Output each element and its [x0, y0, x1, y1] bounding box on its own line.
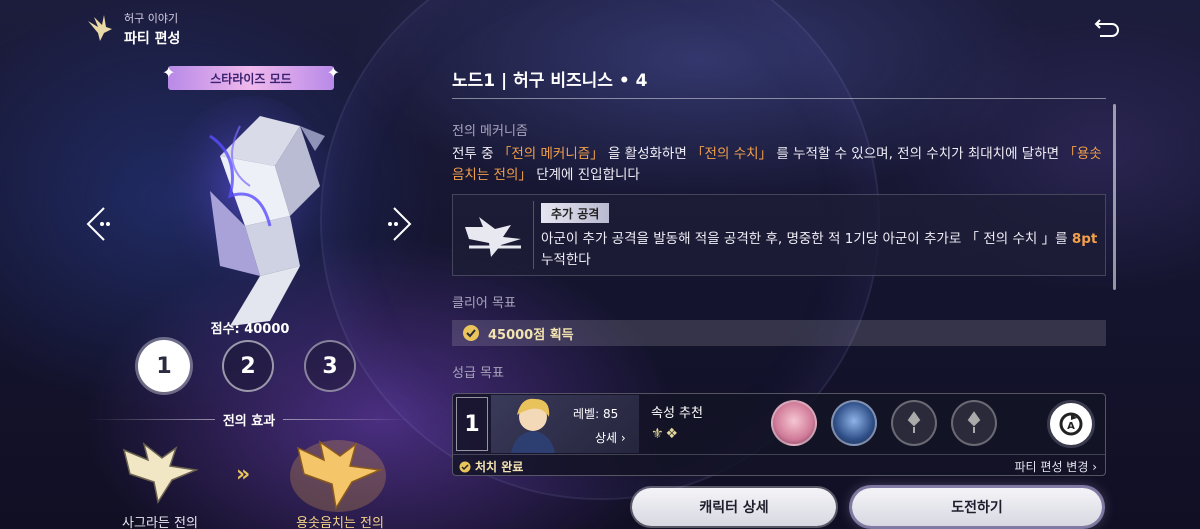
- sparkle-icon: ✦: [162, 63, 176, 82]
- transition-arrow-icon: »: [236, 462, 251, 487]
- mechanism-description: 전투 중 「전의 메커니즘」 을 활성화하면 「전의 수치」 를 누적할 수 있…: [452, 144, 1112, 186]
- surging-spirit-bird-icon: [290, 440, 386, 512]
- eagle-icon: [465, 217, 521, 257]
- effect-title: 전의 효과: [80, 408, 418, 430]
- prev-arrow-icon[interactable]: [84, 206, 120, 242]
- sparkle-icon: ✦: [326, 63, 340, 82]
- desc-text: 전투 중: [452, 146, 498, 162]
- page-title: 파티 편성: [124, 31, 181, 47]
- clear-status-text: 처치 완료: [475, 460, 524, 474]
- auto-icon: A: [1059, 412, 1083, 436]
- party-number: 1: [456, 397, 488, 451]
- clear-status: 처치 완료: [459, 458, 523, 475]
- bird-logo-icon: [88, 15, 112, 41]
- extra-attack-box: 추가 공격 아군이 추가 공격을 발동해 적을 공격한 후, 명중한 적 1기당…: [452, 194, 1106, 276]
- extra-text: 누적한다: [541, 252, 591, 268]
- empty-slot-icon: [907, 411, 921, 433]
- next-arrow-icon[interactable]: [378, 206, 414, 242]
- extra-attack-description: 아군이 추가 공격을 발동해 적을 공격한 후, 명중한 적 1기당 아군이 추…: [541, 229, 1101, 271]
- scrollbar[interactable]: [1113, 104, 1116, 290]
- node-title: 노드1 | 허구 비즈니스 • 4: [452, 71, 648, 91]
- effect-from-label: 사그라든 전의: [122, 516, 198, 529]
- header: 허구 이야기 파티 편성: [84, 10, 180, 48]
- mechanism-label: 전의 메커니즘: [452, 124, 528, 139]
- check-icon: [459, 461, 471, 472]
- mode-badge-label: 스타라이즈 모드: [210, 71, 292, 86]
- desc-highlight: 「전의 메커니즘」: [497, 146, 604, 162]
- desc-text: 단계에 진입합니다: [531, 167, 640, 183]
- character-detail-button[interactable]: 캐릭터 상세: [632, 488, 836, 526]
- auto-formation-button[interactable]: A: [1047, 400, 1095, 448]
- desc-text: 를 누적할 수 있으며, 전의 수치가 최대치에 달하면: [772, 146, 1064, 162]
- clear-goal-bar: 45000점 획득: [452, 320, 1106, 346]
- attribute-recommend-label: 속성 추천: [651, 406, 703, 421]
- party-footer: 처치 완료 파티 편성 변경 ›: [453, 454, 1105, 476]
- stage-3-button[interactable]: 3: [304, 340, 356, 392]
- clear-goal-label: 클리어 목표: [452, 296, 516, 311]
- desc-highlight: 「전의 수치」: [691, 146, 773, 162]
- back-icon[interactable]: [1094, 16, 1122, 40]
- attribute-icons: ⚜❖: [651, 426, 681, 442]
- effect-to-label: 용솟음치는 전의: [296, 516, 384, 529]
- svg-text:A: A: [1067, 421, 1075, 432]
- extra-value: 8pt: [1071, 231, 1098, 247]
- party-slot-1[interactable]: [771, 400, 817, 446]
- header-subtitle: 허구 이야기: [124, 12, 179, 25]
- extra-attack-tag: 추가 공격: [541, 203, 610, 223]
- clear-goal-text: 45000점 획득: [488, 327, 574, 343]
- divider: [533, 201, 534, 269]
- character-portrait: [511, 398, 555, 453]
- character-card[interactable]: 레벨: 85 상세 ›: [491, 395, 639, 453]
- divider: [452, 98, 1106, 99]
- stage-2-button[interactable]: 2: [222, 340, 274, 392]
- stage-1-button[interactable]: 1: [138, 340, 190, 392]
- challenge-button[interactable]: 도전하기: [852, 488, 1102, 526]
- character-detail-link[interactable]: 상세 ›: [595, 429, 626, 446]
- check-icon: [463, 325, 479, 341]
- extra-attack-icon-box: [457, 199, 529, 271]
- score-text: 점수: 40000: [210, 322, 290, 337]
- mode-badge: ✦ 스타라이즈 모드 ✦: [162, 63, 340, 90]
- desc-text: 을 활성화하면: [603, 146, 692, 162]
- extra-text: 아군이 추가 공격을 발동해 적을 공격한 후, 명중한 적 1기당 아군이 추…: [541, 231, 1072, 247]
- party-edit-link[interactable]: 파티 편성 변경 ›: [1015, 458, 1097, 475]
- character-level: 레벨: 85: [573, 407, 619, 421]
- party-panel: 1 레벨: 85 상세 › 속성 추천 ⚜❖ A 처치 완료 파티 편성 변경 …: [452, 393, 1106, 476]
- effect-title-label: 전의 효과: [222, 413, 276, 429]
- party-slot-empty[interactable]: [951, 400, 997, 446]
- star-goal-label: 성급 목표: [452, 366, 504, 381]
- faded-spirit-bird-icon: [122, 442, 199, 504]
- party-slot-empty[interactable]: [891, 400, 937, 446]
- empty-slot-icon: [967, 411, 981, 433]
- origami-bird-image: [160, 96, 340, 326]
- party-slot-2[interactable]: [831, 400, 877, 446]
